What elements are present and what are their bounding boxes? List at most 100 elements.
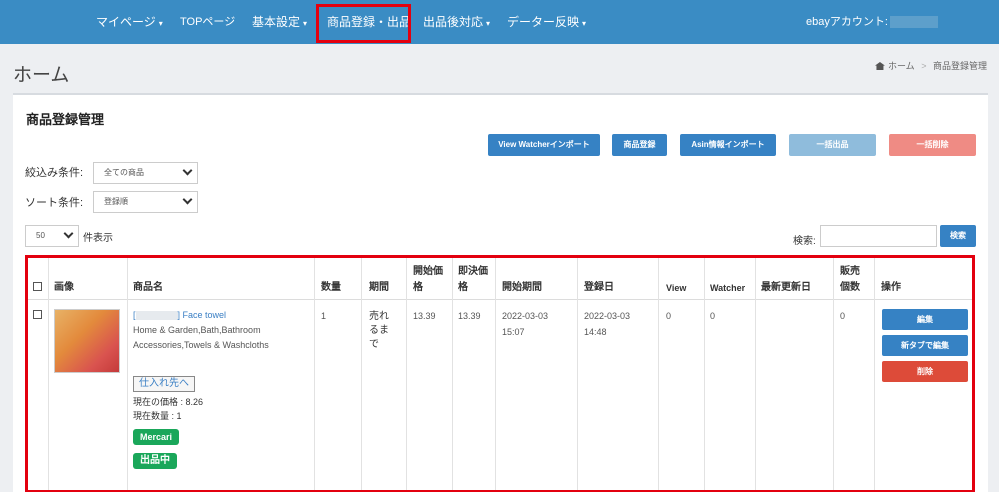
ebay-account-label: ebayアカウント: (806, 16, 888, 28)
product-thumbnail[interactable] (54, 309, 120, 373)
ebay-account[interactable]: ebayアカウント: (806, 0, 938, 44)
account-name-redacted (889, 16, 938, 29)
search-label: 検索: (793, 236, 816, 247)
col-divider (406, 258, 407, 490)
col-divider (704, 258, 705, 490)
product-category-line2: Accessories,Towels & Washcloths (133, 340, 269, 350)
header-start-price-line1: 開始価 (413, 266, 443, 277)
chevron-down-icon (182, 165, 193, 176)
filter-select-value: 全ての商品 (104, 168, 144, 177)
sort-select-value: 登録順 (104, 197, 128, 206)
sort-select[interactable]: 登録順 (93, 191, 198, 213)
view-watcher-import-button[interactable]: View Watcherインポート (488, 134, 600, 156)
header-quantity[interactable]: 数量 (321, 281, 341, 294)
nav-data-sync-label: データー反映 (507, 15, 580, 29)
header-watcher[interactable]: Watcher (710, 282, 745, 295)
header-actions: 操作 (881, 282, 901, 293)
cell-registered-date-day: 2022-03-03 (584, 311, 631, 321)
header-registered-date[interactable]: 登録日 (584, 281, 614, 294)
breadcrumb-home[interactable]: ホーム (888, 61, 915, 71)
col-divider (755, 258, 756, 490)
header-product-name[interactable]: 商品名 (133, 281, 163, 294)
edit-button[interactable]: 編集 (882, 309, 968, 330)
chevron-down-icon: ▾ (582, 19, 587, 28)
nav-after-listing[interactable]: 出品後対応 ▾ (423, 0, 490, 44)
filter-select[interactable]: 全ての商品 (93, 162, 198, 184)
search-button[interactable]: 検索 (940, 225, 976, 247)
row-checkbox[interactable] (33, 310, 42, 319)
cell-watcher: 0 (710, 311, 716, 321)
per-page-suffix: 件表示 (83, 233, 113, 244)
header-start-price[interactable]: 開始価 格 (413, 265, 443, 294)
nav-basic-settings[interactable]: 基本設定 ▾ (252, 0, 307, 44)
header-start-price-line2: 格 (413, 282, 423, 293)
chevron-down-icon: ▾ (303, 19, 308, 28)
nav-top-page[interactable]: TOPページ (180, 0, 235, 44)
page-title: ホーム (13, 65, 70, 86)
status-badge: 出品中 (133, 453, 177, 469)
nav-highlight-box (316, 4, 411, 43)
header-start-period[interactable]: 開始期間 (502, 281, 542, 294)
register-product-button[interactable]: 商品登録 (612, 134, 667, 156)
product-management-card: 商品登録管理 View Watcherインポート 商品登録 Asin情報インポー… (13, 93, 988, 492)
product-title-link[interactable]: [] Face towel (133, 310, 227, 321)
table-header-divider (28, 299, 972, 300)
header-sold-count-line1: 販売 (840, 266, 860, 277)
header-last-updated[interactable]: 最新更新日 (761, 281, 811, 294)
per-page-value: 50 (36, 231, 45, 240)
cell-buynow-price: 13.39 (458, 311, 481, 321)
nav-top-page-label: TOPページ (180, 16, 236, 28)
cell-start-date-time: 15:07 (502, 327, 525, 337)
per-page-select[interactable]: 50 (25, 225, 79, 247)
header-sold-count[interactable]: 販売 個数 (840, 265, 860, 294)
current-price: 現在の価格 : 8.26 (133, 397, 204, 407)
col-divider (495, 258, 496, 490)
col-divider (452, 258, 453, 490)
source-badge: Mercari (133, 429, 180, 445)
nav-basic-settings-label: 基本設定 (252, 15, 301, 29)
cell-period-line2: るま (369, 325, 389, 336)
search-input[interactable] (820, 225, 937, 247)
header-buynow-price-line1: 即決価 (458, 266, 488, 277)
cell-start-date: 2022-03-03 15:07 (502, 310, 548, 339)
header-buynow-price-line2: 格 (458, 282, 468, 293)
bulk-list-button[interactable]: 一括出品 (789, 134, 876, 156)
sort-label: ソート条件: (25, 197, 84, 209)
edit-new-tab-button[interactable]: 新タブで編集 (882, 335, 968, 356)
header-buynow-price[interactable]: 即決価 格 (458, 265, 488, 294)
chevron-down-icon (182, 194, 193, 205)
nav-data-sync[interactable]: データー反映 ▾ (507, 0, 586, 44)
header-view[interactable]: View (666, 282, 686, 295)
col-divider (874, 258, 875, 490)
select-all-checkbox[interactable] (33, 282, 42, 291)
nav-after-listing-label: 出品後対応 (423, 15, 484, 29)
cell-sold: 0 (840, 311, 846, 321)
go-to-supplier-button[interactable]: 仕入れ先へ (133, 376, 195, 392)
header-period[interactable]: 期間 (369, 281, 389, 294)
nav-mypage-label: マイページ (96, 15, 156, 29)
asin-import-button[interactable]: Asin情報インポート (680, 134, 776, 156)
breadcrumb: ホーム > 商品登録管理 (874, 59, 987, 72)
home-icon (874, 62, 885, 70)
cell-start-price: 13.39 (413, 311, 436, 321)
cell-period: 売れ るま で (369, 310, 389, 352)
col-divider (833, 258, 834, 490)
cell-period-line3: で (369, 339, 379, 350)
header-image: 画像 (54, 282, 74, 293)
product-category-line1: Home & Garden,Bath,Bathroom (133, 325, 261, 335)
breadcrumb-current: 商品登録管理 (932, 61, 987, 71)
col-divider (658, 258, 659, 490)
bulk-delete-button[interactable]: 一括削除 (889, 134, 976, 156)
cell-view: 0 (666, 311, 672, 321)
col-divider (577, 258, 578, 490)
nav-mypage[interactable]: マイページ ▾ (96, 0, 163, 44)
col-divider (48, 258, 49, 490)
delete-button[interactable]: 削除 (882, 361, 968, 382)
top-navbar: マイページ ▾ TOPページ 基本設定 ▾ 商品登録・出品 出品後対応 ▾ データー反… (0, 0, 999, 44)
cell-registered-date-time: 14:48 (584, 327, 607, 337)
chevron-down-icon: ▾ (486, 19, 491, 28)
cell-quantity: 1 (321, 311, 327, 321)
cell-period-line1: 売れ (369, 311, 389, 322)
title-suffix: ] Face towel (177, 310, 227, 320)
chevron-down-icon: ▾ (158, 19, 163, 28)
